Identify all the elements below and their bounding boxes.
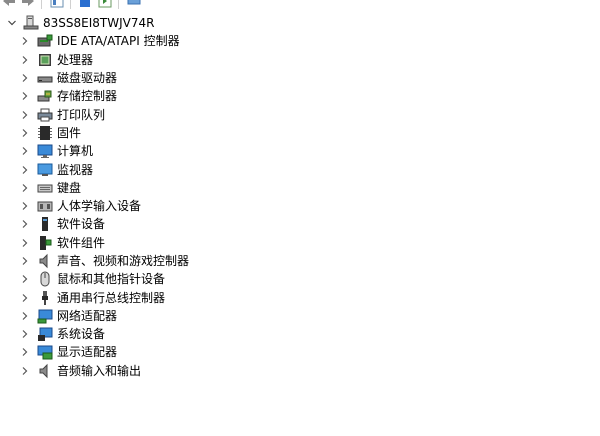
firmware-icon	[37, 125, 53, 141]
disk-drive-icon	[37, 70, 53, 86]
software-device-icon	[37, 216, 53, 232]
tree-item-label: 通用串行总线控制器	[57, 290, 166, 305]
computer-icon	[37, 143, 53, 159]
chevron-right-icon[interactable]	[19, 273, 31, 285]
monitor-icon	[37, 162, 53, 178]
chevron-right-icon[interactable]	[19, 328, 31, 340]
tree-item-label: 音频输入和输出	[57, 363, 142, 378]
tree-item-label: 软件设备	[57, 217, 106, 232]
back-arrow-icon[interactable]	[2, 0, 16, 8]
chevron-right-icon[interactable]	[19, 292, 31, 304]
mouse-icon	[37, 271, 53, 287]
tree-item-label: 打印队列	[57, 107, 106, 122]
chevron-right-icon[interactable]	[19, 164, 31, 176]
system-device-icon	[37, 326, 53, 342]
tree-item-label: 鼠标和其他指针设备	[57, 272, 166, 287]
forward-arrow-icon[interactable]	[21, 0, 35, 8]
tree-item-network-adapters[interactable]: 网络适配器	[0, 307, 600, 325]
tree-item-keyboards[interactable]: 键盘	[0, 179, 600, 197]
processor-icon	[37, 52, 53, 68]
chevron-right-icon[interactable]	[19, 182, 31, 194]
chevron-right-icon[interactable]	[19, 255, 31, 267]
chevron-right-icon[interactable]	[19, 145, 31, 157]
tree-item-label: 键盘	[57, 180, 82, 195]
show-hide-tree-icon[interactable]	[50, 0, 64, 8]
tree-item-usb-controllers[interactable]: 通用串行总线控制器	[0, 288, 600, 306]
tree-item-label: 监视器	[57, 162, 94, 177]
tree-item-ide-ata-atapi-controller[interactable]: IDE ATA/ATAPI 控制器	[0, 32, 600, 50]
hid-icon	[37, 198, 53, 214]
tree-item-label: 磁盘驱动器	[57, 71, 118, 86]
chevron-down-icon[interactable]	[6, 17, 18, 29]
chevron-right-icon[interactable]	[19, 90, 31, 102]
chevron-right-icon[interactable]	[19, 310, 31, 322]
tree-item-label: 网络适配器	[57, 308, 118, 323]
toolbar-separator	[41, 0, 42, 9]
audio-io-icon	[37, 363, 53, 379]
tree-item-software-devices[interactable]: 软件设备	[0, 215, 600, 233]
tree-item-human-interface-devices[interactable]: 人体学输入设备	[0, 197, 600, 215]
tree-item-storage-controllers[interactable]: 存储控制器	[0, 87, 600, 105]
tree-item-computer[interactable]: 计算机	[0, 142, 600, 160]
tree-item-print-queues[interactable]: 打印队列	[0, 105, 600, 123]
help-icon[interactable]	[98, 0, 112, 8]
tree-item-label: 处理器	[57, 52, 94, 67]
sound-icon	[37, 253, 53, 269]
tree-item-software-components[interactable]: 软件组件	[0, 234, 600, 252]
tree-item-label: 计算机	[57, 144, 94, 159]
printer-icon	[37, 107, 53, 123]
tree-item-label: IDE ATA/ATAPI 控制器	[57, 34, 180, 49]
usb-icon	[37, 290, 53, 306]
computer-root-icon	[23, 15, 39, 31]
tree-item-label: 系统设备	[57, 327, 106, 342]
software-component-icon	[37, 235, 53, 251]
chevron-right-icon[interactable]	[19, 127, 31, 139]
network-adapter-icon	[37, 308, 53, 324]
computer-name: 83SS8EI8TWJV74R	[43, 16, 155, 31]
tree-item-monitors[interactable]: 监视器	[0, 160, 600, 178]
tree-item-display-adapters[interactable]: 显示适配器	[0, 343, 600, 361]
tree-item-audio-inputs-outputs[interactable]: 音频输入和输出	[0, 362, 600, 380]
tree-item-sound-video-game-controllers[interactable]: 声音、视频和游戏控制器	[0, 252, 600, 270]
tree-item-system-devices[interactable]: 系统设备	[0, 325, 600, 343]
chevron-right-icon[interactable]	[19, 72, 31, 84]
tree-item-label: 存储控制器	[57, 89, 118, 104]
keyboard-icon	[37, 180, 53, 196]
chevron-right-icon[interactable]	[19, 365, 31, 377]
tree-item-disk-drives[interactable]: 磁盘驱动器	[0, 69, 600, 87]
tree-item-label: 软件组件	[57, 235, 106, 250]
display-adapter-icon	[37, 344, 53, 360]
toolbar-separator	[118, 0, 119, 9]
chevron-right-icon[interactable]	[19, 237, 31, 249]
toolbar-separator	[70, 0, 71, 9]
chevron-right-icon[interactable]	[19, 35, 31, 47]
tree-item-label: 声音、视频和游戏控制器	[57, 254, 190, 268]
tree-item-firmware[interactable]: 固件	[0, 124, 600, 142]
chevron-right-icon[interactable]	[19, 200, 31, 212]
properties-icon[interactable]	[78, 0, 92, 8]
tree-item-label: 显示适配器	[57, 345, 118, 360]
storage-controller-icon	[37, 88, 53, 104]
tree-root-computer[interactable]: 83SS8EI8TWJV74R	[0, 14, 600, 32]
chevron-right-icon[interactable]	[19, 54, 31, 66]
chevron-right-icon[interactable]	[19, 346, 31, 358]
ide-controller-icon	[37, 33, 53, 49]
chevron-right-icon[interactable]	[19, 109, 31, 121]
chevron-right-icon[interactable]	[19, 218, 31, 230]
scan-hardware-icon[interactable]	[127, 0, 141, 8]
device-tree: 83SS8EI8TWJV74R IDE ATA/ATAPI 控制器 处理器 磁盘…	[0, 14, 600, 380]
tree-item-mice-pointing-devices[interactable]: 鼠标和其他指针设备	[0, 270, 600, 288]
tree-item-label: 人体学输入设备	[57, 199, 142, 214]
tree-item-processor[interactable]: 处理器	[0, 51, 600, 69]
toolbar	[0, 0, 600, 11]
tree-item-label: 固件	[57, 125, 82, 140]
